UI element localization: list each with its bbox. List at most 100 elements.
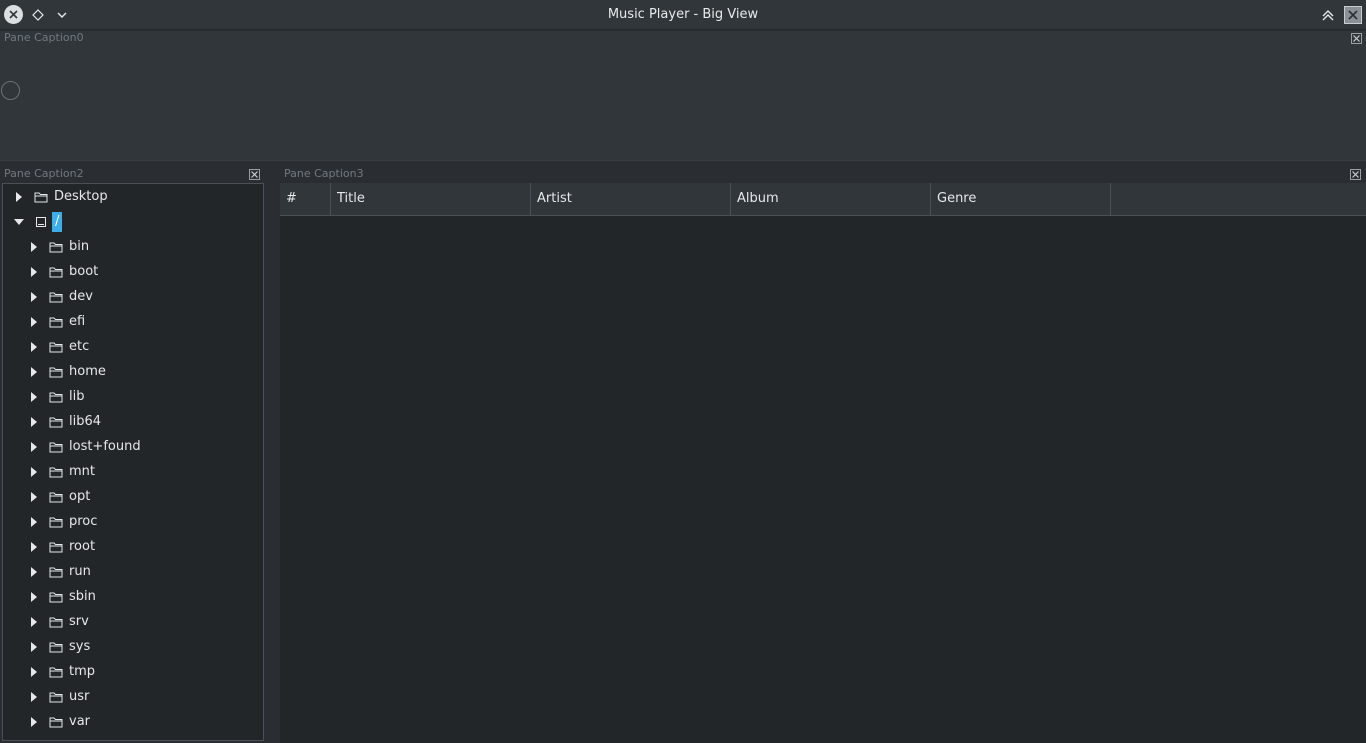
folder-icon [49,666,63,678]
tree-item[interactable]: root [3,534,263,559]
tree-item-label: srv [69,614,89,629]
tree-item[interactable]: bin [3,234,263,259]
collapsed-arrow-icon[interactable] [29,591,39,602]
playlist-view[interactable]: # Title Artist Album Genre [280,183,1366,743]
vertical-splitter[interactable] [264,167,280,743]
window-title: Music Player - Big View [607,7,759,22]
tree-item[interactable]: / [3,209,263,234]
column-header-number[interactable]: # [280,183,331,215]
top-pane-close-button[interactable] [1351,33,1362,44]
expanded-arrow-icon[interactable] [14,217,24,227]
folder-icon [49,691,63,703]
tree-item[interactable]: proc [3,509,263,534]
collapsed-arrow-icon[interactable] [29,566,39,577]
tree-item[interactable]: lib [3,384,263,409]
close-icon [1352,171,1359,178]
title-bar: Music Player - Big View [0,0,1366,30]
close-x-button[interactable] [1344,6,1362,24]
tree-item[interactable]: sbin [3,584,263,609]
tree-item[interactable]: lib64 [3,409,263,434]
collapsed-arrow-icon[interactable] [29,666,39,677]
tree-item[interactable]: mnt [3,459,263,484]
tree-item[interactable]: sys [3,634,263,659]
tree-item-label: sys [69,639,91,654]
tree-item[interactable]: boot [3,259,263,284]
right-pane-header: Pane Caption3 [280,167,1366,183]
right-pane-close-button[interactable] [1350,169,1361,180]
folder-icon [49,441,63,453]
collapsed-arrow-icon[interactable] [29,366,39,377]
collapsed-arrow-icon[interactable] [29,291,39,302]
collapsed-arrow-icon[interactable] [29,391,39,402]
collapsed-arrow-icon[interactable] [29,341,39,352]
close-icon [1353,35,1360,42]
chevron-double-up-icon [1322,10,1334,21]
tree-item[interactable]: var [3,709,263,734]
folder-icon [49,616,63,628]
tree-item[interactable]: home [3,359,263,384]
tree-item-label: dev [69,289,93,304]
tree-item-label: var [69,714,91,729]
collapsed-arrow-icon[interactable] [29,516,39,527]
tree-item-label: Desktop [54,189,108,204]
folder-icon [49,716,63,728]
tree-item[interactable]: Desktop [3,184,263,209]
tree-item[interactable]: opt [3,484,263,509]
collapsed-arrow-icon[interactable] [29,466,39,477]
collapsed-arrow-icon[interactable] [29,616,39,627]
column-header-genre[interactable]: Genre [931,183,1111,215]
tree-item-label: etc [69,339,90,354]
tree-item[interactable]: lost+found [3,434,263,459]
collapsed-arrow-icon[interactable] [29,491,39,502]
tree-item-label: proc [69,514,98,529]
tree-item-label: usr [69,689,90,704]
folder-icon [49,491,63,503]
collapsed-arrow-icon[interactable] [29,241,39,252]
tree-item[interactable]: run [3,559,263,584]
tree-item-label: tmp [69,664,96,679]
folder-icon [49,541,63,553]
top-pane: Pane Caption0 [0,31,1366,161]
tree-item[interactable]: srv [3,609,263,634]
column-header-artist[interactable]: Artist [531,183,731,215]
folder-tree[interactable]: Desktop / bin boot dev efi etc home lib lib64 lost… [2,183,264,741]
folder-icon [49,316,63,328]
tree-item[interactable]: dev [3,284,263,309]
collapsed-arrow-icon[interactable] [14,191,24,202]
collapsed-arrow-icon[interactable] [29,316,39,327]
collapsed-arrow-icon[interactable] [29,266,39,277]
folder-icon [49,516,63,528]
maximize-button[interactable] [1318,5,1338,25]
tree-item-label: mnt [69,464,95,479]
folder-icon [49,566,63,578]
tree-item-label: root [69,539,96,554]
folder-icon [34,191,48,203]
tree-item[interactable]: efi [3,309,263,334]
collapsed-arrow-icon[interactable] [29,441,39,452]
column-header-album[interactable]: Album [731,183,931,215]
tree-item-label: bin [69,239,90,254]
tree-item-label: opt [69,489,91,504]
collapsed-arrow-icon[interactable] [29,541,39,552]
collapsed-arrow-icon[interactable] [29,691,39,702]
folder-icon [49,291,63,303]
drive-icon [34,216,48,228]
loading-spinner-icon [1,81,20,100]
collapsed-arrow-icon[interactable] [29,641,39,652]
tree-item[interactable]: etc [3,334,263,359]
tree-item[interactable]: tmp [3,659,263,684]
folder-icon [49,341,63,353]
close-icon [251,171,258,178]
folder-icon [49,391,63,403]
column-header-title[interactable]: Title [331,183,531,215]
right-pane-caption: Pane Caption3 [284,167,364,180]
left-pane-header: Pane Caption2 [0,167,264,183]
collapsed-arrow-icon[interactable] [29,716,39,727]
tree-item-label: lib [69,389,85,404]
folder-icon [49,466,63,478]
tree-item-label: / [52,211,63,232]
collapsed-arrow-icon[interactable] [29,416,39,427]
tree-item[interactable]: usr [3,684,263,709]
tree-item-label: boot [69,264,99,279]
left-pane-close-button[interactable] [249,169,260,180]
